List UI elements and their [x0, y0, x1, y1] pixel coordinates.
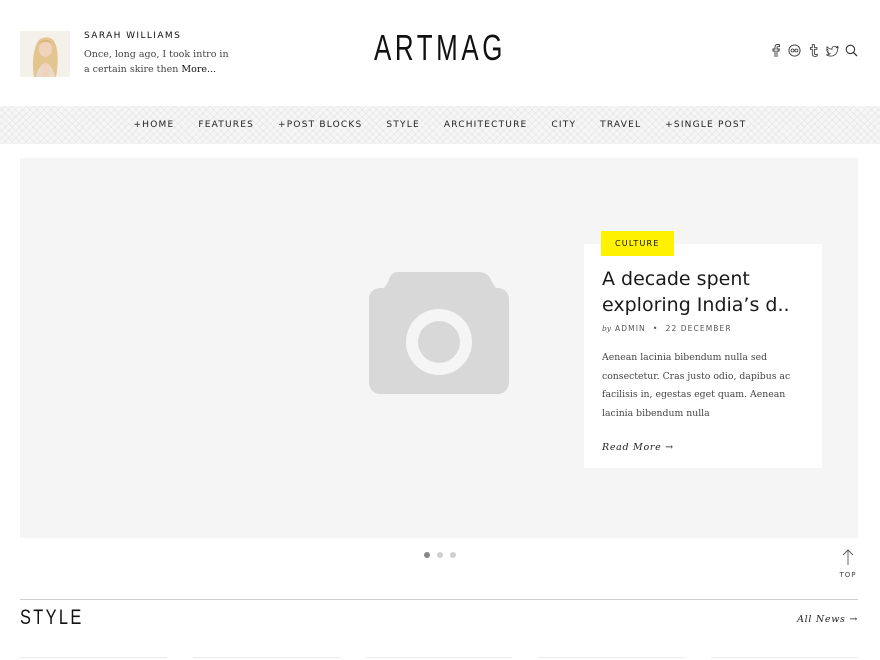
featured-slider[interactable]: CULTURE A decade spent exploring India’s… [20, 158, 858, 538]
featured-post-card: CULTURE A decade spent exploring India’s… [584, 231, 822, 468]
category-badge[interactable]: CULTURE [601, 231, 674, 256]
flickr-icon[interactable] [788, 43, 801, 58]
post-date: 22 DECEMBER [665, 324, 732, 333]
site-header: SARAH WILLIAMS Once, long ago, I took in… [0, 0, 880, 106]
nav-item-single-post[interactable]: +SINGLE POST [653, 120, 758, 130]
section-divider [20, 599, 858, 600]
section-title: STYLE [20, 606, 84, 629]
slider-pagination [0, 552, 880, 558]
nav-item-post-blocks[interactable]: +POST BLOCKS [266, 120, 374, 130]
facebook-icon[interactable] [769, 43, 782, 58]
back-to-top-button[interactable]: TOP [835, 549, 861, 579]
tumblr-icon[interactable] [807, 43, 820, 58]
search-icon[interactable] [845, 43, 858, 58]
slider-dot-3[interactable] [450, 552, 456, 558]
nav-item-travel[interactable]: TRAVEL [588, 120, 653, 130]
author-avatar[interactable] [20, 31, 70, 77]
nav-item-style[interactable]: STYLE [374, 120, 431, 130]
slider-dot-1[interactable] [424, 552, 430, 558]
main-nav: +HOME FEATURES +POST BLOCKS STYLE ARCHIT… [0, 106, 880, 144]
meta-separator: • [652, 324, 659, 333]
post-title[interactable]: A decade spent exploring India’s d.. [602, 266, 804, 318]
nav-item-city[interactable]: CITY [539, 120, 588, 130]
camera-icon [368, 272, 510, 400]
slider-dot-2[interactable] [437, 552, 443, 558]
read-more-link[interactable]: Read More → [602, 442, 804, 453]
all-news-link[interactable]: All News → [797, 614, 858, 625]
site-logo[interactable]: ARTMAG [123, 27, 757, 69]
post-excerpt: Aenean lacinia bibendum nulla sed consec… [602, 352, 791, 420]
post-author[interactable]: ADMIN [615, 324, 646, 333]
back-to-top-label: TOP [839, 571, 857, 579]
nav-item-architecture[interactable]: ARCHITECTURE [432, 120, 540, 130]
social-icons [769, 43, 858, 58]
nav-item-home[interactable]: +HOME [122, 120, 187, 130]
meta-by: by [602, 324, 612, 333]
arrow-up-icon [842, 549, 854, 565]
post-meta: by ADMIN • 22 DECEMBER [602, 324, 804, 333]
nav-item-features[interactable]: FEATURES [186, 120, 266, 130]
twitter-icon[interactable] [826, 43, 839, 58]
